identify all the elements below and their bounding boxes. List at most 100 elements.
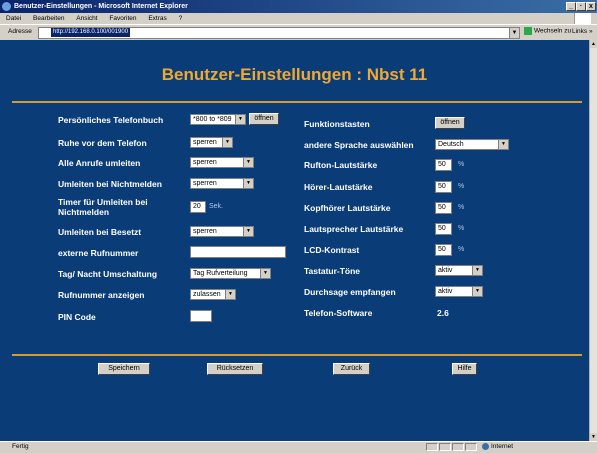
phonebook-label: Persönliches Telefonbuch [58, 115, 164, 125]
help-button[interactable]: Hilfe [452, 363, 477, 375]
forward-busy-select[interactable]: sperren ▼ [190, 226, 254, 237]
dropdown-arrow-icon: ▼ [225, 290, 235, 299]
phonebook-value: *800 to *809 [193, 116, 232, 123]
handset-volume-input[interactable]: 50 [435, 181, 452, 193]
timer-label-line1: Timer für Umleiten bei [58, 197, 148, 207]
reset-button[interactable]: Rücksetzen [207, 363, 263, 375]
timer-label-line2: Nichtmelden [58, 207, 110, 217]
software-version: 2.6 [437, 308, 449, 318]
go-label: Wechseln zu [534, 27, 572, 35]
links-button[interactable]: Links » [572, 28, 593, 35]
lcd-contrast-unit: % [458, 246, 465, 253]
status-segment [465, 443, 477, 451]
forward-all-select[interactable]: sperren ▼ [190, 157, 254, 168]
page-content: Benutzer-Einstellungen : Nbst 11 Persönl… [0, 40, 589, 441]
address-url: http://192.168.0.100/001900 [51, 28, 131, 37]
menu-bearbeiten[interactable]: Bearbeiten [33, 15, 64, 22]
pin-input[interactable] [190, 310, 212, 322]
menu-help[interactable]: ? [179, 15, 183, 22]
language-label: andere Sprache auswählen [304, 140, 414, 150]
ring-volume-unit: % [458, 161, 465, 168]
handset-volume-label: Hörer-Lautstärke [304, 182, 373, 192]
dropdown-arrow-icon: ▼ [498, 140, 508, 149]
external-number-input[interactable] [190, 246, 286, 258]
dropdown-arrow-icon: ▼ [472, 287, 482, 296]
menu-ansicht[interactable]: Ansicht [76, 15, 97, 22]
show-number-label: Rufnummer anzeigen [58, 290, 145, 300]
menu-extras[interactable]: Extras [148, 15, 166, 22]
speaker-volume-unit: % [458, 225, 465, 232]
dnd-label: Ruhe vor dem Telefon [58, 138, 147, 148]
function-keys-label: Funktionstasten [304, 119, 370, 129]
vertical-scrollbar[interactable]: ▲ ▼ [589, 40, 597, 441]
key-tones-select[interactable]: aktiv ▼ [435, 265, 483, 276]
forward-all-value: sperren [193, 159, 217, 166]
headset-volume-unit: % [458, 204, 465, 211]
phonebook-open-button[interactable]: öffnen [249, 113, 279, 125]
daynight-label: Tag/ Nacht Umschaltung [58, 269, 158, 279]
dnd-value: sperren [193, 139, 217, 146]
maximize-button[interactable]: · [576, 2, 586, 11]
bottom-divider [12, 354, 582, 356]
external-number-label: externe Rufnummer [58, 248, 139, 258]
dnd-select[interactable]: sperren ▼ [190, 137, 233, 148]
language-select[interactable]: Deutsch ▼ [435, 139, 509, 150]
top-divider [12, 101, 582, 103]
dropdown-arrow-icon: ▼ [472, 266, 482, 275]
pin-label: PIN Code [58, 312, 96, 322]
timer-unit: Sek. [209, 203, 224, 210]
minimize-button[interactable]: _ [566, 2, 576, 11]
handset-volume-unit: % [458, 183, 465, 190]
dropdown-arrow-icon: ▼ [243, 227, 253, 236]
window-title-bar: Benutzer-Einstellungen - Microsoft Inter… [0, 0, 597, 13]
forward-noanswer-value: sperren [193, 180, 217, 187]
ring-volume-label: Rufton-Lautstärke [304, 160, 378, 170]
status-segment [439, 443, 451, 451]
windows-logo-icon [574, 13, 591, 24]
show-number-select[interactable]: zulassen ▼ [190, 289, 236, 300]
dropdown-arrow-icon: ▼ [243, 158, 253, 167]
menu-bar: Datei Bearbeiten Ansicht Favoriten Extra… [0, 13, 597, 24]
ring-volume-input[interactable]: 50 [435, 159, 452, 171]
speaker-volume-label: Lautsprecher Lautstärke [304, 224, 404, 234]
lcd-contrast-input[interactable]: 50 [435, 244, 452, 256]
announcement-label: Durchsage empfangen [304, 287, 396, 297]
status-text: Fertig [12, 443, 29, 450]
daynight-select[interactable]: Tag Rufverteilung ▼ [190, 268, 271, 279]
timer-input[interactable]: 20 [190, 201, 206, 213]
address-input[interactable]: http://192.168.0.100/001900 ▼ [38, 27, 520, 39]
scroll-down-icon[interactable]: ▼ [590, 433, 597, 441]
menu-favoriten[interactable]: Favoriten [109, 15, 136, 22]
headset-volume-input[interactable]: 50 [435, 202, 452, 214]
zone-label: Internet [491, 443, 514, 450]
status-segment [452, 443, 464, 451]
dropdown-arrow-icon: ▼ [222, 138, 232, 147]
address-dropdown-arrow-icon[interactable]: ▼ [509, 28, 519, 38]
address-bar: Adresse http://192.168.0.100/001900 ▼ We… [0, 24, 597, 41]
forward-busy-value: sperren [193, 228, 217, 235]
forward-busy-label: Umleiten bei Besetzt [58, 227, 142, 237]
dropdown-arrow-icon: ▼ [243, 179, 253, 188]
forward-noanswer-label: Umleiten bei Nichtmelden [58, 179, 162, 189]
software-label: Telefon-Software [304, 308, 373, 318]
function-keys-open-button[interactable]: öffnen [435, 117, 465, 129]
close-button[interactable]: x [586, 2, 596, 11]
key-tones-label: Tastatur-Töne [304, 266, 361, 276]
menu-datei[interactable]: Datei [6, 15, 21, 22]
scroll-up-icon[interactable]: ▲ [590, 40, 597, 48]
globe-icon [482, 442, 489, 450]
save-button[interactable]: Speichern [98, 363, 150, 375]
announcement-select[interactable]: aktiv ▼ [435, 286, 483, 297]
forward-noanswer-select[interactable]: sperren ▼ [190, 178, 254, 189]
phonebook-select[interactable]: *800 to *809 ▼ [190, 114, 246, 125]
dropdown-arrow-icon: ▼ [260, 269, 270, 278]
internet-explorer-icon [2, 2, 11, 11]
language-value: Deutsch [438, 141, 464, 148]
status-segment [426, 443, 438, 451]
back-button[interactable]: Zurück [333, 363, 370, 375]
page-title: Benutzer-Einstellungen : Nbst 11 [161, 65, 428, 84]
speaker-volume-input[interactable]: 50 [435, 223, 452, 235]
headset-volume-label: Kopfhörer Lautstärke [304, 203, 391, 213]
show-number-value: zulassen [193, 291, 221, 298]
go-button[interactable]: Wechseln zu [524, 27, 571, 35]
